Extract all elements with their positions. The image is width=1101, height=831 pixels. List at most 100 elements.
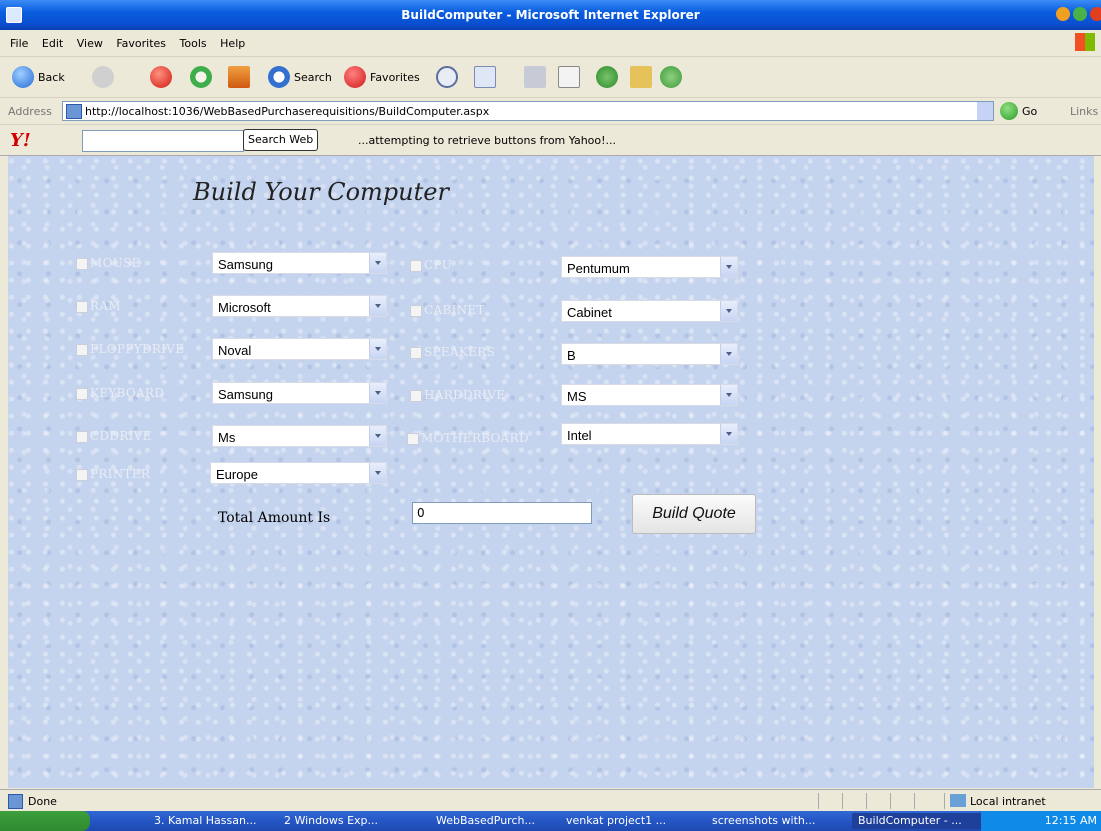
- mail-button[interactable]: [474, 65, 496, 89]
- total-amount-input[interactable]: 0: [412, 502, 592, 524]
- cddrive-label: CDDRIVE: [90, 429, 152, 443]
- ram-select[interactable]: Microsoft: [212, 295, 387, 317]
- status-divider: [818, 793, 819, 809]
- yahoo-search-input[interactable]: [82, 130, 244, 152]
- motherboard-label: MOTHERBOARD: [421, 431, 529, 445]
- ram-checkbox[interactable]: [76, 301, 88, 313]
- go-arrow-icon: [1000, 102, 1018, 120]
- messenger-button[interactable]: [596, 65, 618, 89]
- mouse-select[interactable]: Samsung: [212, 252, 387, 274]
- chevron-down-icon[interactable]: [720, 257, 737, 277]
- status-text: Done: [28, 795, 57, 808]
- address-input[interactable]: http://localhost:1036/WebBasedPurchasere…: [62, 101, 994, 121]
- windows-logo-icon: [1075, 33, 1095, 51]
- cpu-select[interactable]: Pentumum: [561, 256, 738, 278]
- cddrive-checkbox[interactable]: [76, 431, 88, 443]
- forward-button[interactable]: [92, 65, 114, 89]
- yahoo-logo[interactable]: Y!: [10, 130, 31, 151]
- harddrive-checkbox[interactable]: [410, 390, 422, 402]
- printer-checkbox[interactable]: [76, 469, 88, 481]
- menu-favorites[interactable]: Favorites: [116, 37, 166, 50]
- page-scrollbar[interactable]: [1094, 156, 1101, 788]
- address-dropdown-button[interactable]: [977, 102, 993, 120]
- taskbar-item-active[interactable]: BuildComputer - ...: [852, 813, 990, 829]
- mouse-checkbox[interactable]: [76, 258, 88, 270]
- close-button[interactable]: [1090, 7, 1101, 21]
- chevron-down-icon[interactable]: [369, 253, 386, 273]
- motherboard-checkbox[interactable]: [407, 433, 419, 445]
- search-web-button[interactable]: Search Web: [243, 129, 319, 151]
- keyboard-select[interactable]: Samsung: [212, 382, 387, 404]
- favorites-label: Favorites: [370, 70, 420, 84]
- speakers-checkbox[interactable]: [410, 347, 422, 359]
- speakers-select-value: B: [567, 348, 576, 363]
- taskbar-item[interactable]: 2 Windows Exp...: [278, 813, 430, 829]
- harddrive-select[interactable]: MS: [561, 384, 738, 406]
- keyboard-checkbox[interactable]: [76, 388, 88, 400]
- minimize-button[interactable]: [1056, 7, 1070, 21]
- home-button[interactable]: [228, 65, 250, 89]
- security-zone-label: Local intranet: [970, 795, 1046, 808]
- chevron-down-icon[interactable]: [720, 424, 737, 444]
- menu-file[interactable]: File: [10, 37, 28, 50]
- clock: 12:15 AM: [1044, 814, 1097, 827]
- status-divider: [890, 793, 891, 809]
- history-button[interactable]: [436, 65, 458, 89]
- refresh-button[interactable]: [190, 65, 212, 89]
- research-button[interactable]: [630, 65, 652, 89]
- yahoo-toolbar: Y! Search Web ...attempting to retrieve …: [0, 125, 1101, 156]
- floppydrive-label: FLOPPYDRIVE: [90, 342, 185, 356]
- page-icon: [66, 104, 82, 119]
- edit-button[interactable]: [558, 65, 580, 89]
- taskbar-item[interactable]: screenshots with...: [706, 813, 844, 829]
- speakers-select[interactable]: B: [561, 343, 738, 365]
- menu-tools[interactable]: Tools: [180, 37, 207, 50]
- menu-view[interactable]: View: [77, 37, 103, 50]
- links-button[interactable]: Links: [1070, 105, 1098, 118]
- refresh-icon: [190, 66, 212, 88]
- maximize-button[interactable]: [1073, 7, 1087, 21]
- stop-button[interactable]: [150, 65, 172, 89]
- menu-help[interactable]: Help: [220, 37, 245, 50]
- chevron-down-icon[interactable]: [369, 296, 386, 316]
- cabinet-checkbox[interactable]: [410, 305, 422, 317]
- intranet-icon: [950, 794, 966, 807]
- floppydrive-checkbox[interactable]: [76, 344, 88, 356]
- taskbar-item[interactable]: 3. Kamal Hassan...: [148, 813, 282, 829]
- build-quote-button[interactable]: Build Quote: [632, 494, 756, 534]
- chevron-down-icon[interactable]: [720, 385, 737, 405]
- search-icon: [268, 66, 290, 88]
- ram-label: RAM: [90, 299, 121, 313]
- chevron-down-icon[interactable]: [369, 426, 386, 446]
- status-divider: [842, 793, 843, 809]
- printer-select-value: Europe: [216, 467, 258, 482]
- printer-select[interactable]: Europe: [210, 462, 387, 484]
- print-button[interactable]: [524, 65, 546, 89]
- word-icon: [558, 66, 580, 88]
- go-button[interactable]: Go: [1000, 102, 1037, 120]
- start-button[interactable]: [0, 811, 90, 831]
- motherboard-select[interactable]: Intel: [561, 423, 738, 445]
- chevron-down-icon[interactable]: [720, 344, 737, 364]
- taskbar-item[interactable]: WebBasedPurch...: [430, 813, 568, 829]
- cddrive-select[interactable]: Ms: [212, 425, 387, 447]
- menu-edit[interactable]: Edit: [42, 37, 63, 50]
- favorites-button[interactable]: Favorites: [344, 65, 420, 89]
- back-button[interactable]: Back: [12, 65, 65, 89]
- address-url: http://localhost:1036/WebBasedPurchasere…: [85, 105, 490, 118]
- chevron-down-icon[interactable]: [369, 463, 386, 483]
- floppydrive-select[interactable]: Noval: [212, 338, 387, 360]
- contacts-button[interactable]: [660, 65, 682, 89]
- chevron-down-icon[interactable]: [369, 383, 386, 403]
- taskbar-item[interactable]: venkat project1 ...: [560, 813, 698, 829]
- go-label: Go: [1022, 104, 1038, 118]
- home-icon: [228, 66, 250, 88]
- back-label: Back: [38, 70, 65, 84]
- chevron-down-icon[interactable]: [369, 339, 386, 359]
- page-icon: [8, 794, 23, 809]
- cpu-checkbox[interactable]: [410, 260, 422, 272]
- cabinet-select[interactable]: Cabinet: [561, 300, 738, 322]
- chevron-down-icon[interactable]: [720, 301, 737, 321]
- messenger-icon: [596, 66, 618, 88]
- search-button[interactable]: Search: [268, 65, 332, 89]
